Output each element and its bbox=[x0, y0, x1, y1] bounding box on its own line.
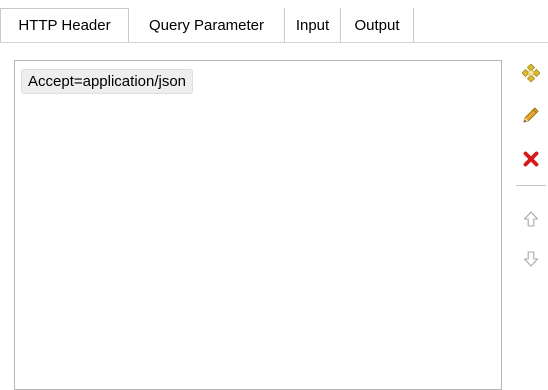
tab-output-label: Output bbox=[354, 16, 400, 34]
list-item[interactable]: Accept=application/json bbox=[21, 69, 194, 94]
move-down-button[interactable] bbox=[516, 246, 546, 272]
tab-http-header-label: HTTP Header bbox=[18, 17, 111, 34]
toolbar-separator bbox=[516, 185, 546, 186]
list-item-label: Accept=application/json bbox=[28, 73, 187, 90]
arrow-up-icon bbox=[522, 210, 540, 228]
tab-input-label: Input bbox=[295, 16, 330, 34]
delete-icon bbox=[522, 150, 540, 168]
tab-query-parameter-label: Query Parameter bbox=[148, 16, 265, 34]
edit-button[interactable] bbox=[516, 102, 546, 128]
tab-http-header[interactable]: HTTP Header bbox=[0, 8, 129, 42]
list-toolbar bbox=[516, 60, 546, 290]
move-up-button[interactable] bbox=[516, 206, 546, 232]
delete-button[interactable] bbox=[516, 146, 546, 172]
header-list[interactable]: Accept=application/json bbox=[14, 60, 502, 390]
tab-bar-divider bbox=[0, 42, 548, 43]
arrow-down-icon bbox=[522, 250, 540, 268]
pencil-icon bbox=[521, 105, 541, 125]
add-icon bbox=[522, 64, 540, 82]
tab-input[interactable]: Input bbox=[285, 8, 341, 42]
tab-query-parameter[interactable]: Query Parameter bbox=[129, 8, 285, 42]
tab-bar: HTTP Header Query Parameter Input Output bbox=[0, 0, 548, 44]
tab-output[interactable]: Output bbox=[341, 8, 414, 42]
add-button[interactable] bbox=[516, 60, 546, 86]
